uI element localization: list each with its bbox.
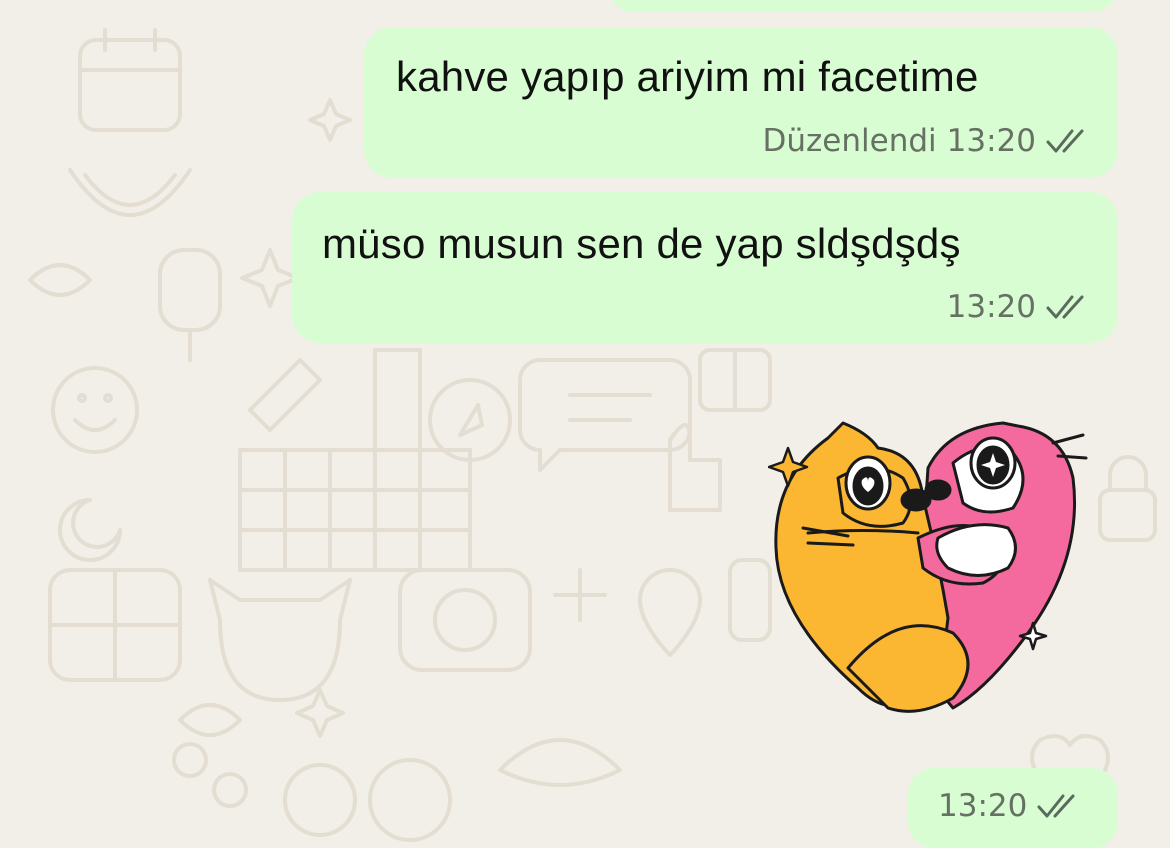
sticker-meta-bubble: 13:20 [908,768,1118,848]
message-time: 13:20 [946,123,1036,159]
message-meta: Düzenlendi 13:20 [763,123,1090,159]
edited-label: Düzenlendi [762,123,937,159]
message-text: kahve yapıp ariyim mi facetime [396,53,979,100]
message-bubble-partial[interactable] [608,0,1118,12]
double-check-icon [1046,129,1084,153]
message-text: müso musun sen de yap sldşdşdş [322,220,961,267]
message-meta: 13:20 [938,788,1081,824]
cats-hugging-heart-sticker[interactable] [768,418,1090,718]
double-check-icon [1046,295,1084,319]
message-time: 13:20 [938,788,1028,824]
message-time: 13:20 [946,289,1036,325]
double-check-icon [1037,794,1075,818]
message-bubble[interactable]: müso musun sen de yap sldşdşdş 13:20 [292,192,1118,343]
message-bubble[interactable]: kahve yapıp ariyim mi facetime Düzenlend… [364,27,1118,178]
message-meta: 13:20 [947,289,1090,325]
